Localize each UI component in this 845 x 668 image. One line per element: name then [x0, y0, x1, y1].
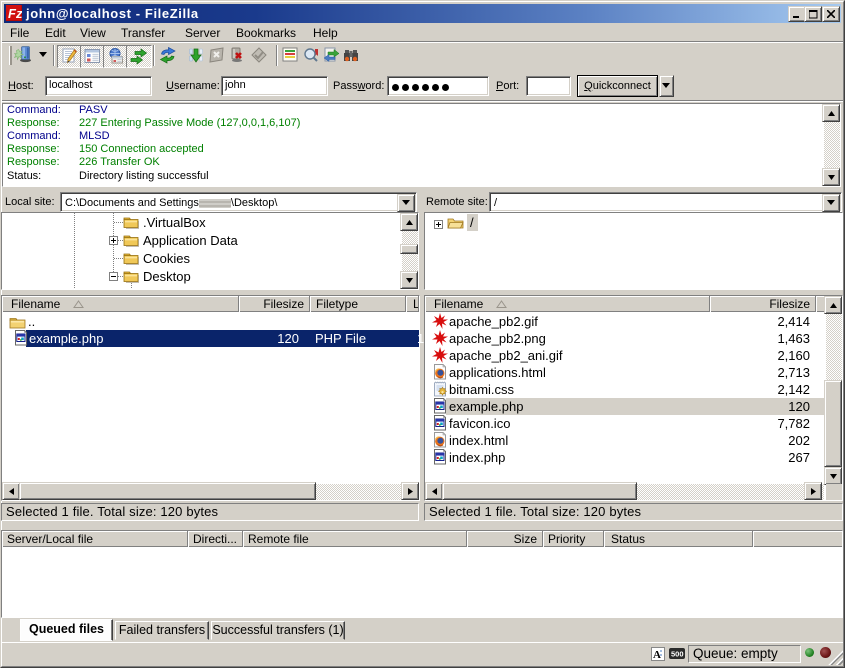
svg-text:Fz: Fz	[8, 6, 22, 21]
svg-text:500: 500	[671, 650, 684, 659]
svg-text:A: A	[653, 649, 661, 660]
